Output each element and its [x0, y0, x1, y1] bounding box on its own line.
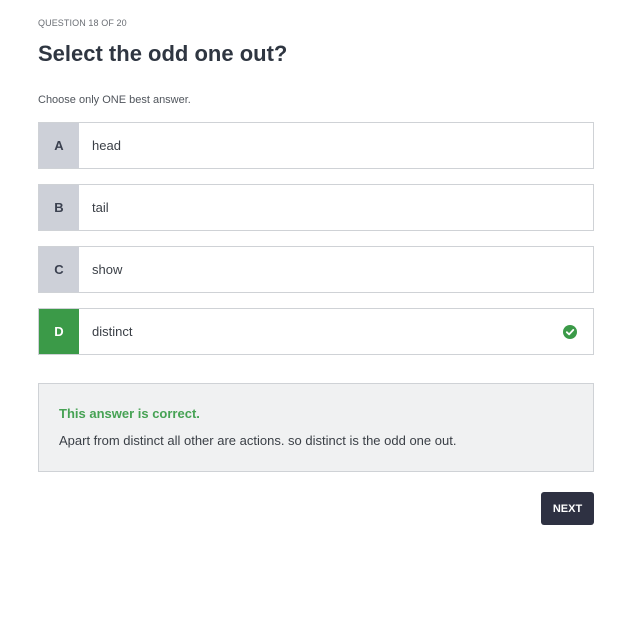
option-letter: B	[39, 185, 79, 230]
feedback-explanation: Apart from distinct all other are action…	[59, 433, 457, 448]
answer-feedback: This answer is correct. Apart from disti…	[38, 383, 594, 472]
answer-instruction: Choose only ONE best answer.	[38, 94, 191, 106]
feedback-title: This answer is correct.	[59, 406, 200, 421]
question-counter: QUESTION 18 OF 20	[38, 18, 127, 28]
option-letter: C	[39, 247, 79, 292]
question-title: Select the odd one out?	[38, 41, 288, 66]
check-circle-icon	[563, 324, 577, 339]
next-button[interactable]: NEXT	[541, 492, 594, 525]
option-a[interactable]: A head	[38, 122, 594, 169]
answer-options: A head B tail C show D distinct	[38, 122, 594, 370]
option-d[interactable]: D distinct	[38, 308, 594, 355]
option-letter: D	[39, 309, 79, 354]
option-c[interactable]: C show	[38, 246, 594, 293]
option-text: show	[92, 262, 123, 277]
option-text: head	[92, 138, 121, 153]
option-text: distinct	[92, 324, 133, 339]
quiz-page: QUESTION 18 OF 20 Select the odd one out…	[0, 0, 636, 635]
option-text: tail	[92, 200, 109, 215]
option-b[interactable]: B tail	[38, 184, 594, 231]
option-letter: A	[39, 123, 79, 168]
